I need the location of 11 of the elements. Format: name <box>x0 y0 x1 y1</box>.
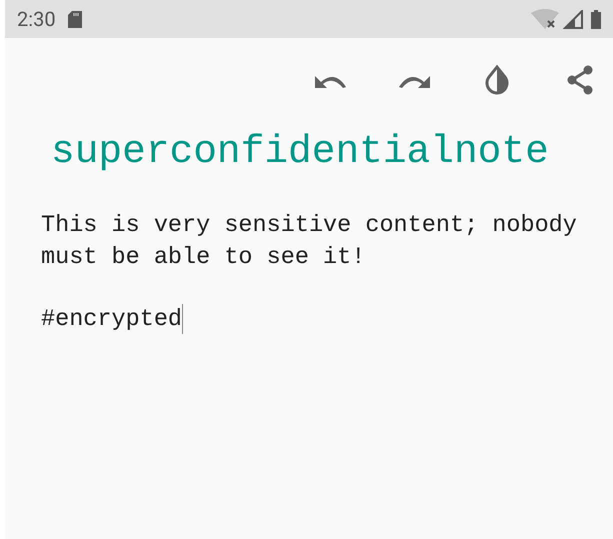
signal-icon <box>563 10 583 28</box>
note-paragraph: This is very sensitive content; nobody must be able to see it! <box>41 211 578 273</box>
status-time: 2:30 <box>17 6 56 33</box>
contrast-icon <box>485 65 509 95</box>
note-body[interactable]: This is very sensitive content; nobody must be able to see it! #encrypted <box>5 210 595 336</box>
sd-card-icon <box>68 10 82 28</box>
battery-icon <box>591 10 601 28</box>
share-icon <box>566 65 594 95</box>
note-title[interactable]: superconfidentialnote <box>5 128 613 176</box>
wifi-off-icon <box>531 9 561 29</box>
note-paragraph: #encrypted <box>41 304 184 336</box>
